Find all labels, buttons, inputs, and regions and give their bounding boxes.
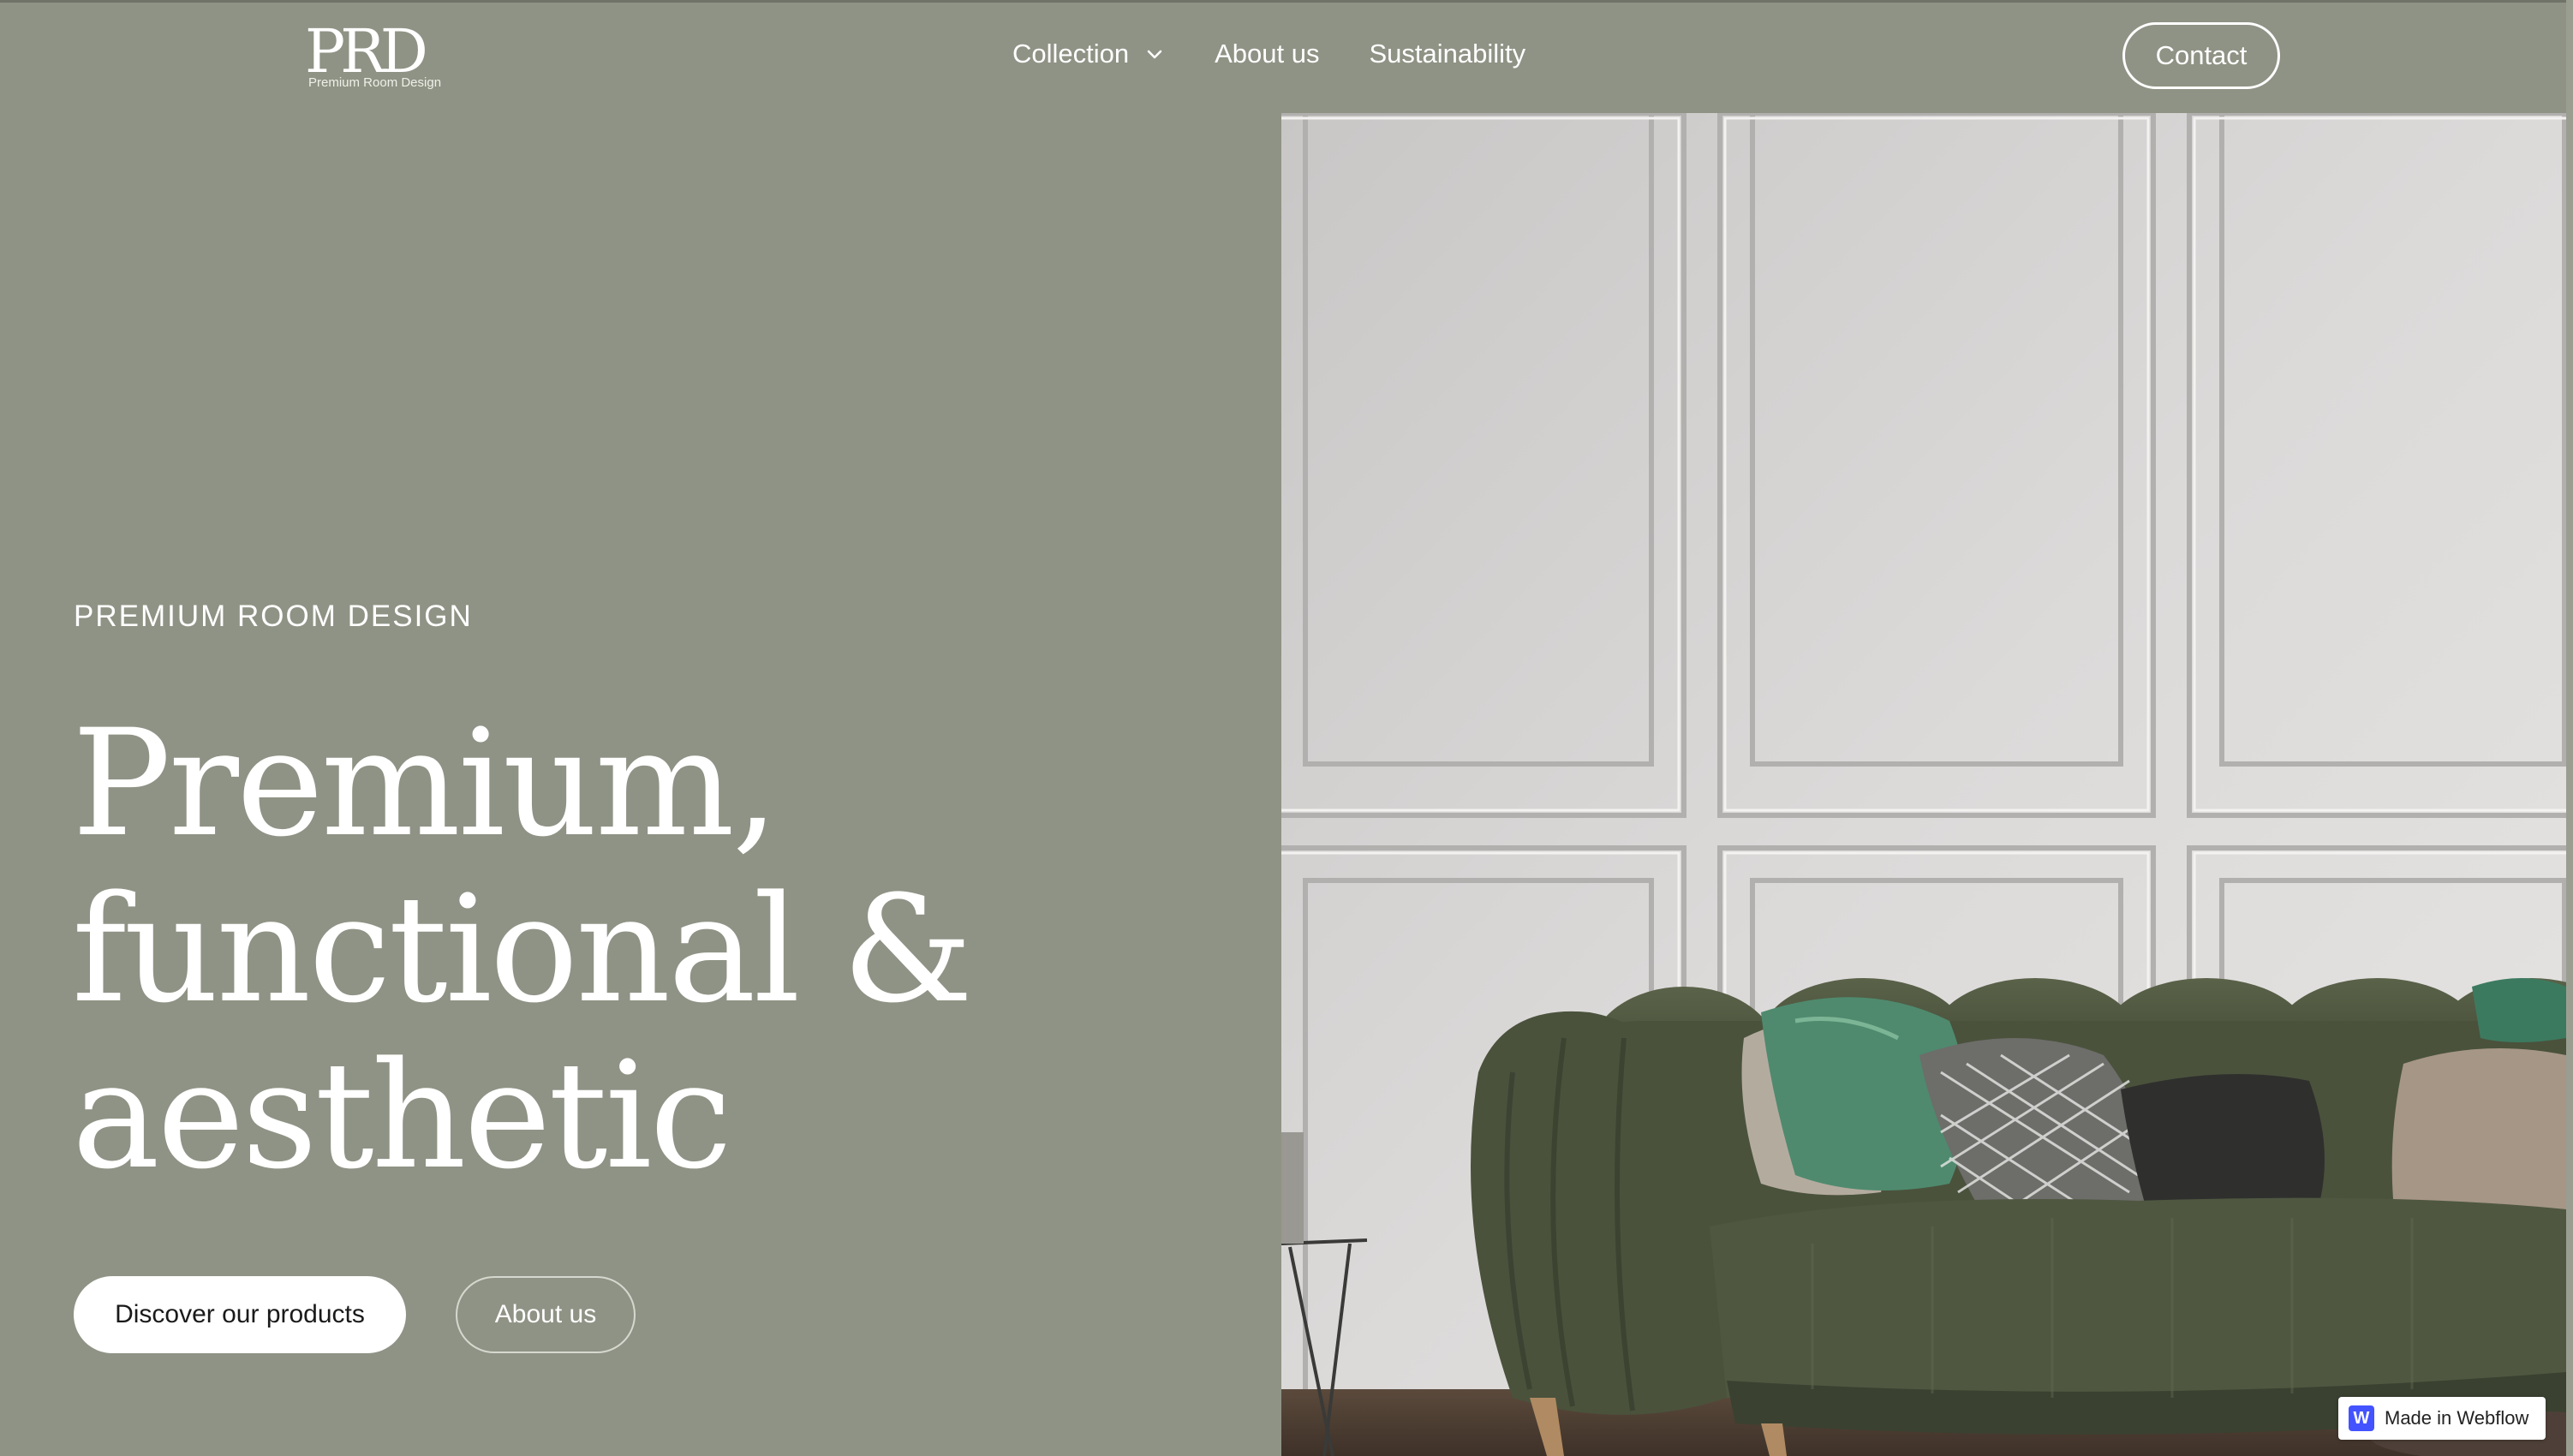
logo[interactable]: PRD Premium Room Design <box>305 17 451 94</box>
contact-button[interactable]: Contact <box>2122 22 2280 89</box>
nav-item-label: Collection <box>1012 39 1130 69</box>
logo-subtitle: Premium Room Design <box>308 75 442 90</box>
nav-item-sustainability[interactable]: Sustainability <box>1370 39 1526 69</box>
chevron-down-icon <box>1147 50 1162 59</box>
nav-item-label: About us <box>1215 39 1320 69</box>
nav-item-collection[interactable]: Collection <box>1012 39 1165 69</box>
discover-products-button[interactable]: Discover our products <box>74 1276 406 1353</box>
headline-line: functional & <box>72 863 973 1035</box>
nav-menu: Collection About us Sustainability <box>1012 33 1525 75</box>
navbar: PRD Premium Room Design Collection About… <box>0 0 2573 113</box>
headline-line: aesthetic <box>72 1029 732 1202</box>
about-us-button[interactable]: About us <box>456 1276 636 1353</box>
hero-image <box>1281 113 2566 1456</box>
hero-eyebrow: PREMIUM ROOM DESIGN <box>74 600 473 633</box>
badge-label: Made in Webflow <box>2385 1407 2529 1429</box>
nav-item-about-us[interactable]: About us <box>1215 39 1319 69</box>
right-edge <box>2566 0 2573 1456</box>
headline-line: Premium, <box>72 697 779 869</box>
living-room-illustration <box>1281 113 2566 1456</box>
webflow-logo-icon: W <box>2349 1405 2374 1431</box>
nav-item-label: Sustainability <box>1369 39 1526 69</box>
hero-headline: Premium, functional & aesthetic <box>72 701 1185 1199</box>
made-in-webflow-badge[interactable]: W Made in Webflow <box>2338 1397 2546 1440</box>
page: PRD Premium Room Design Collection About… <box>0 0 2573 1456</box>
